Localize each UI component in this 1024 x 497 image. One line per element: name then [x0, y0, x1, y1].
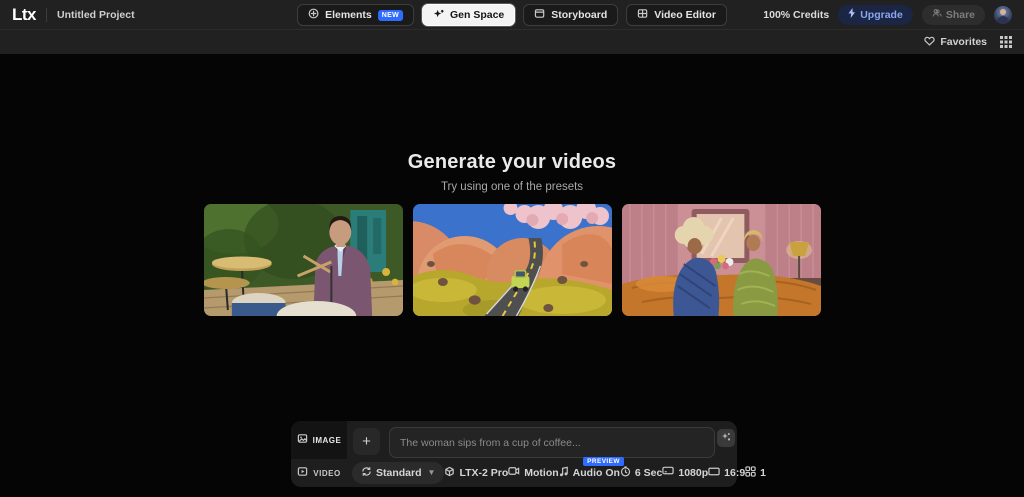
sparkles-icon [721, 429, 731, 447]
preset-drummer-garden[interactable] [204, 204, 403, 316]
add-media-button[interactable]: + [353, 428, 380, 455]
sparkle-icon [433, 8, 444, 22]
plus-glyph: + [362, 433, 371, 450]
setting-label: 6 Sec [635, 467, 662, 479]
storyboard-icon [534, 8, 545, 22]
share-label: Share [946, 9, 975, 21]
image-icon [297, 431, 308, 449]
elements-icon [308, 8, 319, 22]
preset-gallery [0, 204, 1024, 316]
tab-storyboard[interactable]: Storyboard [523, 4, 618, 26]
divider [46, 8, 47, 22]
upgrade-button[interactable]: Upgrade [838, 5, 913, 25]
project-title[interactable]: Untitled Project [57, 9, 135, 21]
tab-label: Gen Space [450, 9, 504, 21]
setting-label: 1 [760, 467, 766, 479]
app-window: Ltx Untitled Project Elements NEW Gen Sp… [0, 0, 1024, 497]
mode-label: VIDEO [313, 469, 340, 478]
share-button[interactable]: Share [922, 5, 985, 25]
preset-thumbnail [622, 204, 821, 316]
workspace-tabs: Elements NEW Gen Space Storyboard Video [297, 0, 727, 30]
tab-label: Storyboard [551, 9, 607, 21]
tab-label: Video Editor [654, 9, 716, 21]
page-title: Generate your videos [0, 151, 1024, 174]
batch-grid-icon [745, 466, 756, 480]
prompt-panel: IMAGE VIDEO + Standard ▼ [291, 421, 737, 487]
setting-aspect-ratio[interactable]: 16:9 [708, 467, 745, 479]
setting-label: Motion [524, 467, 558, 479]
ltx-logo: Ltx [12, 6, 36, 23]
preset-claymation-road[interactable] [413, 204, 612, 316]
preset-two-women-bedroom[interactable] [622, 204, 821, 316]
mode-label: IMAGE [313, 436, 342, 445]
tab-gen-space[interactable]: Gen Space [422, 4, 515, 26]
clock-icon [620, 466, 631, 480]
chevron-down-icon: ▼ [428, 468, 436, 477]
grid-view-button[interactable] [1000, 36, 1012, 48]
setting-batch-count[interactable]: 1 [745, 466, 766, 480]
mode-tab-image[interactable]: IMAGE [291, 421, 347, 459]
favorites-button[interactable]: Favorites [924, 36, 987, 49]
setting-quality[interactable]: Standard ▼ [352, 462, 444, 484]
favorites-label: Favorites [940, 36, 987, 48]
heart-icon [924, 36, 935, 49]
loop-icon [361, 466, 372, 480]
preset-thumbnail [413, 204, 612, 316]
setting-resolution[interactable]: 1080p [662, 466, 708, 479]
setting-label: LTX-2 Pro [459, 467, 508, 479]
people-icon [932, 8, 942, 21]
setting-label: 1080p [678, 467, 708, 479]
setting-label: Audio On [573, 467, 620, 479]
user-avatar[interactable] [994, 6, 1012, 24]
monitor-icon [662, 466, 674, 479]
setting-audio[interactable]: PREVIEW Audio On [559, 466, 620, 480]
camera-icon [508, 466, 520, 479]
credits-indicator: 100% Credits [763, 9, 829, 21]
tab-label: Elements [325, 9, 372, 21]
tab-video-editor[interactable]: Video Editor [626, 4, 727, 26]
sub-toolbar: Favorites [0, 30, 1024, 54]
preset-thumbnail [204, 204, 403, 316]
setting-motion[interactable]: Motion [508, 466, 558, 479]
setting-label: 16:9 [724, 467, 745, 479]
lightning-icon [848, 8, 856, 21]
setting-label: Standard [376, 467, 422, 479]
top-header: Ltx Untitled Project Elements NEW Gen Sp… [0, 0, 1024, 30]
setting-model[interactable]: LTX-2 Pro [444, 466, 508, 480]
aspect-ratio-icon [708, 467, 720, 479]
upgrade-label: Upgrade [860, 9, 903, 21]
video-editor-icon [637, 8, 648, 22]
music-note-icon [559, 466, 569, 480]
prompt-input[interactable] [389, 427, 715, 458]
page-subtitle: Try using one of the presets [0, 181, 1024, 193]
preview-badge: PREVIEW [583, 457, 624, 466]
enhance-prompt-button[interactable] [717, 429, 735, 447]
new-badge: NEW [378, 10, 403, 21]
mode-tab-video[interactable]: VIDEO [291, 459, 347, 487]
tab-elements[interactable]: Elements NEW [297, 4, 414, 26]
video-icon [297, 464, 308, 482]
setting-duration[interactable]: 6 Sec [620, 466, 662, 480]
generation-settings: Standard ▼ LTX-2 Pro Motion PREVIEW [352, 461, 730, 484]
cube-icon [444, 466, 455, 480]
